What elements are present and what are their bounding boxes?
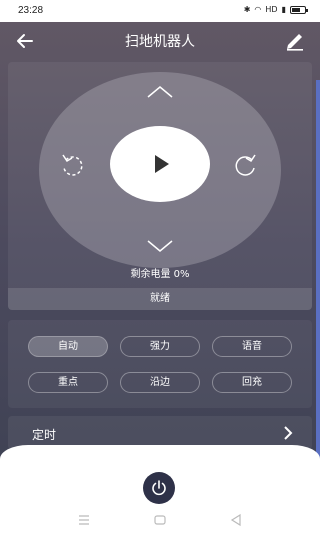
battery-icon (290, 5, 308, 14)
right-edge-bar (316, 80, 320, 460)
mode-button-spot[interactable]: 重点 (28, 372, 108, 393)
power-button[interactable] (143, 472, 175, 504)
network-label: HD (265, 5, 278, 14)
status-bar: 23:28 ✱ ◠ HD ▮ (0, 0, 320, 22)
timer-label: 定时 (32, 428, 57, 442)
mode-button-recharge[interactable]: 回充 (212, 372, 292, 393)
rotate-right-icon[interactable] (232, 152, 258, 182)
mode-button-strong[interactable]: 强力 (120, 336, 200, 357)
battery-remaining-text: 剩余电量 0% (130, 269, 190, 280)
chevron-up-icon[interactable] (146, 84, 174, 104)
mode-button-edge[interactable]: 沿边 (120, 372, 200, 393)
power-icon (152, 480, 166, 496)
menu-icon[interactable] (76, 512, 92, 528)
page-title: 扫地机器人 (125, 34, 195, 50)
pencil-icon[interactable] (284, 29, 306, 51)
top-bar: 扫地机器人 (0, 22, 320, 60)
play-button[interactable] (110, 126, 210, 202)
play-icon (155, 155, 169, 173)
chevron-right-icon (280, 425, 296, 441)
signal-icon: ▮ (281, 5, 286, 14)
status-icons: ✱ ◠ HD ▮ (243, 5, 308, 14)
mode-panel: 自动 强力 语音 重点 沿边 回充 (8, 320, 312, 408)
rotate-left-icon[interactable] (60, 152, 86, 182)
system-nav-bar (0, 506, 320, 533)
wifi-icon: ◠ (254, 5, 262, 14)
app-screen: 扫地机器人 剩余电量 0% 就绪 自动 强力 语音 重点 沿边 回充 定时 (0, 22, 320, 474)
robot-status-text: 就绪 (150, 293, 170, 304)
mode-button-auto[interactable]: 自动 (28, 336, 108, 357)
bluetooth-icon: ✱ (243, 5, 251, 14)
status-time: 23:28 (18, 5, 44, 16)
back-nav-icon[interactable] (228, 512, 244, 528)
status-strip: 就绪 (8, 288, 312, 310)
mode-button-voice[interactable]: 语音 (212, 336, 292, 357)
chevron-down-icon[interactable] (146, 238, 174, 258)
home-icon[interactable] (152, 512, 168, 528)
control-panel: 剩余电量 0% 就绪 (8, 62, 312, 310)
